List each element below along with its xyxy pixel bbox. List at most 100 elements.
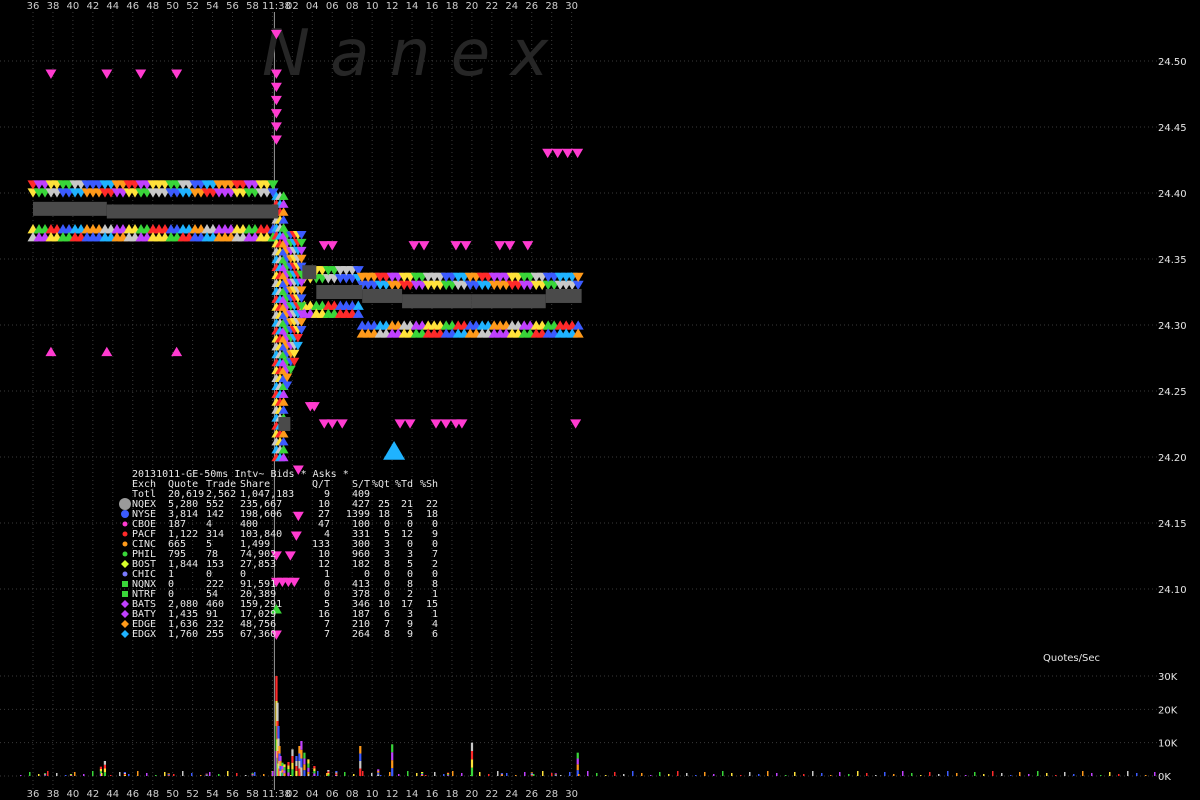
legend-marker xyxy=(122,541,128,547)
x-tick-label-bottom: 08 xyxy=(346,789,359,800)
volume-bar xyxy=(911,773,913,776)
volume-bar xyxy=(446,774,450,776)
volume-bar xyxy=(299,772,301,776)
legend-row-cell: 1,760 xyxy=(168,629,198,640)
volume-bar xyxy=(533,774,535,776)
volume-bar xyxy=(377,774,380,776)
volume-bar xyxy=(303,752,306,759)
volume-bar xyxy=(587,771,589,776)
legend-marker xyxy=(122,571,128,577)
volume-bar xyxy=(99,769,103,772)
volume-bar xyxy=(281,766,284,770)
x-tick-label-top: 18 xyxy=(446,1,459,12)
volume-bar xyxy=(821,773,823,776)
volume-bar xyxy=(758,774,760,776)
volume-bar xyxy=(291,756,294,763)
volume-bar xyxy=(69,774,73,775)
volume-bar xyxy=(251,775,254,776)
volume-bar xyxy=(992,771,994,776)
volume-bar xyxy=(69,775,73,776)
volume-bar xyxy=(377,771,380,773)
x-tick-label-top: 10 xyxy=(366,1,379,12)
volume-bar xyxy=(128,774,130,776)
volume-bar xyxy=(1109,772,1111,776)
volume-bar xyxy=(554,775,557,776)
legend-marker xyxy=(122,521,128,527)
x-tick-label-top: 24 xyxy=(505,1,518,12)
volume-bar xyxy=(421,772,424,773)
x-tick-label-bottom: 58 xyxy=(246,789,259,800)
nbbo-bar xyxy=(302,265,317,280)
volume-bar xyxy=(965,775,967,776)
volume-bar xyxy=(839,772,841,776)
volume-bar xyxy=(830,775,832,776)
volume-bar xyxy=(155,775,157,776)
volume-bar xyxy=(767,771,769,776)
volume-bar xyxy=(920,775,922,776)
volume-bar xyxy=(43,773,47,774)
volume-bar xyxy=(251,773,254,774)
volume-bar xyxy=(722,771,724,776)
volume-bar xyxy=(278,746,281,754)
volume-bar xyxy=(335,771,338,773)
volume-bar xyxy=(749,772,751,776)
volume-bar xyxy=(389,772,391,776)
volume-bar xyxy=(866,773,868,776)
volume-bar xyxy=(884,772,886,776)
volume-bar xyxy=(1037,771,1039,776)
volume-bar xyxy=(291,762,294,770)
volume-bar xyxy=(1127,771,1129,776)
legend-marker xyxy=(122,581,128,587)
volume-bar xyxy=(704,772,706,776)
volume-bar xyxy=(254,772,256,776)
x-tick-label-top: 48 xyxy=(146,1,159,12)
volume-bar xyxy=(1019,772,1021,776)
x-tick-label-top: 08 xyxy=(346,1,359,12)
volume-bar xyxy=(281,762,284,766)
volume-bar xyxy=(287,762,290,766)
volume-bar xyxy=(313,771,316,774)
volume-bar xyxy=(1154,772,1156,776)
x-tick-label-top: 44 xyxy=(106,1,119,12)
x-tick-label-top: 06 xyxy=(326,1,339,12)
volume-bar xyxy=(303,764,306,771)
volume-bar xyxy=(298,753,301,761)
x-tick-label-top: 22 xyxy=(485,1,498,12)
volume-bar xyxy=(103,772,107,776)
volume-bar xyxy=(300,741,303,750)
x-tick-label-bottom: 18 xyxy=(446,789,459,800)
volume-bar xyxy=(335,772,338,774)
volume-bar xyxy=(205,774,208,776)
x-tick-label-bottom: 28 xyxy=(545,789,558,800)
x-tick-label-top: 38 xyxy=(47,1,60,12)
volume-bar xyxy=(307,763,310,768)
volume-bar xyxy=(938,774,940,776)
volume-bar xyxy=(377,769,380,771)
volume-bar xyxy=(38,774,40,776)
x-tick-label-bottom: 14 xyxy=(406,789,419,800)
volume-bar xyxy=(182,771,184,776)
nbbo-bar xyxy=(278,417,291,431)
x-tick-label-bottom: 54 xyxy=(206,789,219,800)
x-tick-label-top: 40 xyxy=(67,1,80,12)
volume-bar xyxy=(103,761,107,765)
x-tick-label-bottom: 26 xyxy=(525,789,538,800)
volume-bar xyxy=(359,761,362,769)
volume-bar xyxy=(251,774,254,776)
volume-bar xyxy=(283,764,286,768)
volume-bar xyxy=(479,772,481,776)
x-tick-label-bottom: 48 xyxy=(146,789,159,800)
volume-tick-label: 0K xyxy=(1158,772,1171,783)
volume-bar xyxy=(191,773,193,776)
volume-bar xyxy=(251,773,254,775)
volume-bar xyxy=(236,773,238,776)
volume-bar xyxy=(1028,774,1030,776)
volume-bar xyxy=(227,771,229,776)
volume-bar xyxy=(335,773,338,775)
volume-bar xyxy=(272,771,274,776)
volume-bar xyxy=(578,774,580,776)
volume-bar xyxy=(554,774,557,776)
watermark: N a n e x xyxy=(262,17,549,91)
volume-bar xyxy=(848,774,850,776)
volume-bar xyxy=(43,775,47,776)
